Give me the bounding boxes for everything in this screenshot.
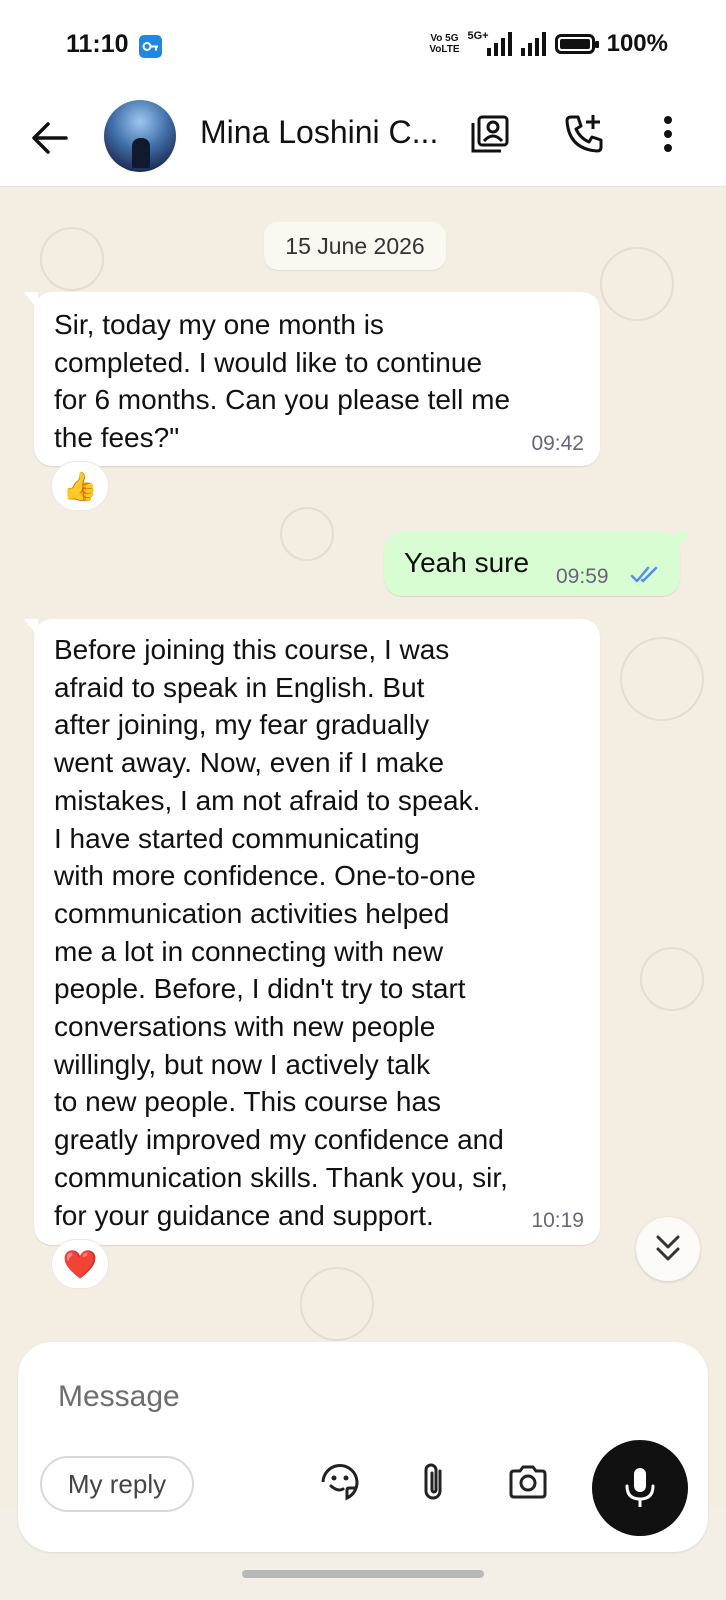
attach-icon[interactable]: [410, 1458, 458, 1506]
battery-icon: [554, 34, 599, 54]
message-time: 10:19: [531, 1209, 584, 1232]
mic-button[interactable]: [592, 1440, 688, 1536]
status-bar: 11:10 Vo 5G VoLTE 5G+ 100%: [0, 0, 726, 92]
5g-label: 5G+: [467, 30, 489, 42]
back-arrow-icon[interactable]: [24, 112, 76, 164]
message-input[interactable]: [56, 1372, 620, 1422]
read-ticks-icon: [630, 566, 658, 583]
wallpaper-doodle: [600, 247, 674, 321]
gesture-bar: [242, 1570, 484, 1578]
message-time: 09:42: [531, 432, 584, 455]
sticker-icon[interactable]: [316, 1458, 364, 1506]
mic-icon: [625, 1468, 655, 1507]
message-composer: My reply: [18, 1342, 708, 1552]
message-time: 09:59: [556, 565, 609, 588]
contact-name[interactable]: Mina Loshini C...: [200, 114, 438, 151]
scroll-to-bottom-button[interactable]: [636, 1217, 700, 1281]
chat-area[interactable]: 15 June 2026 Sir, today my one month is …: [0, 187, 726, 1507]
signal-icon: [486, 32, 512, 56]
camera-icon[interactable]: [504, 1458, 552, 1506]
double-chevron-down-icon: [656, 1235, 680, 1261]
message-text: Yeah sure: [404, 547, 530, 578]
signal-icon-2: [520, 32, 546, 56]
avatar[interactable]: [104, 100, 176, 172]
reaction-heart[interactable]: ❤️: [51, 1239, 109, 1289]
vpn-key-icon: [139, 35, 162, 58]
date-chip: 15 June 2026: [264, 222, 446, 270]
more-vertical-icon[interactable]: [644, 110, 692, 158]
message-bubble-outgoing[interactable]: Yeah sure 09:59: [384, 532, 690, 596]
status-time: 11:10: [66, 30, 129, 58]
wallpaper-doodle: [620, 637, 704, 721]
status-indicators: Vo 5G VoLTE 5G+ 100%: [429, 30, 668, 58]
battery-percent: 100%: [606, 30, 668, 57]
wallpaper-doodle: [300, 1267, 374, 1341]
add-call-icon[interactable]: [560, 110, 608, 158]
wallpaper-doodle: [40, 227, 104, 291]
message-bubble-incoming[interactable]: Sir, today my one month is completed. I …: [24, 292, 600, 466]
volte-label: Vo 5G VoLTE: [429, 33, 460, 55]
contact-card-icon[interactable]: [466, 110, 514, 158]
message-bubble-incoming[interactable]: Before joining this course, I was afraid…: [24, 619, 600, 1245]
chat-header: Mina Loshini C...: [0, 92, 726, 187]
wallpaper-doodle: [640, 947, 704, 1011]
my-reply-button[interactable]: My reply: [40, 1456, 194, 1512]
message-text: Sir, today my one month is completed. I …: [54, 309, 511, 454]
reaction-thumbs-up[interactable]: 👍: [51, 461, 109, 511]
wallpaper-doodle: [280, 507, 334, 561]
message-text: Before joining this course, I was afraid…: [54, 634, 508, 1231]
